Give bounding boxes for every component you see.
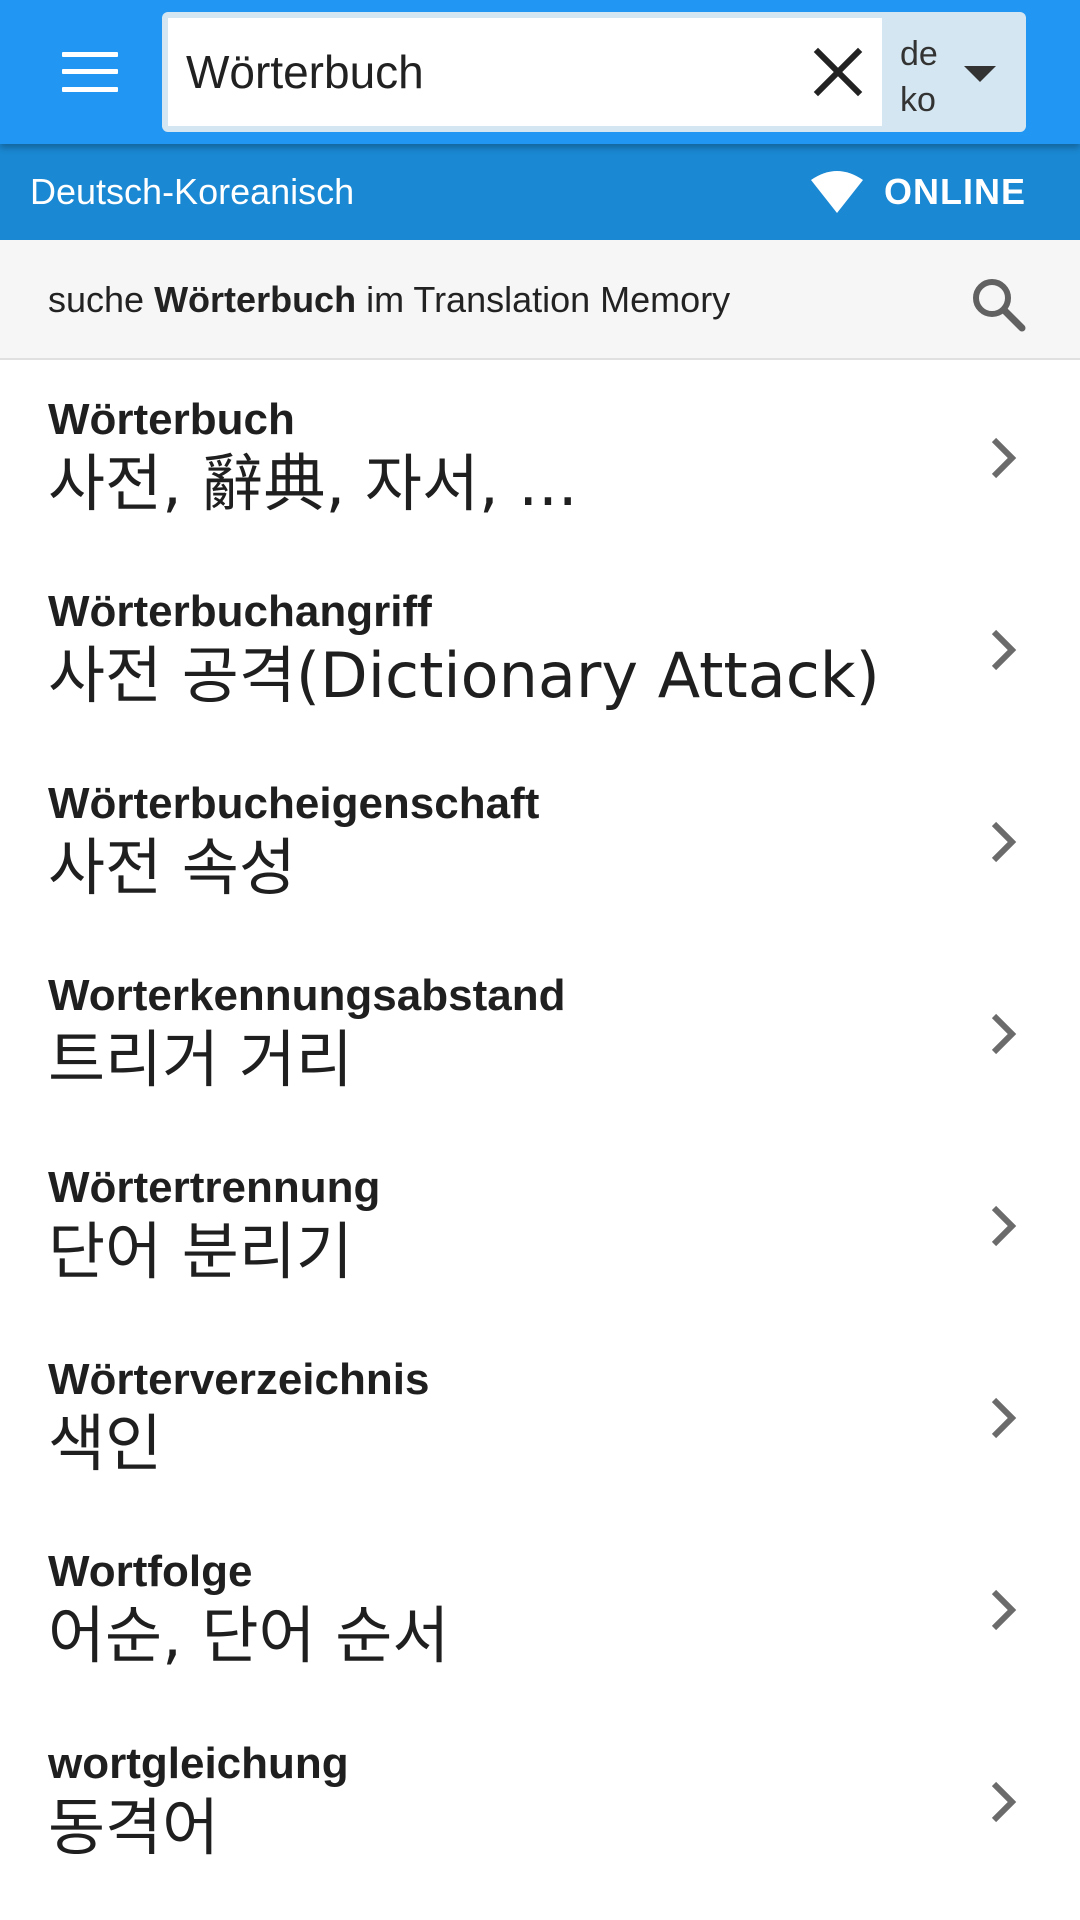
result-translation: 색인 (48, 1407, 163, 1480)
result-term: wortgleichung (48, 1739, 349, 1788)
connection-status: ONLINE (810, 168, 1026, 216)
tm-prefix: suche (48, 279, 155, 320)
wifi-icon (810, 171, 863, 213)
result-item[interactable]: Wörtertrennung 단어 분리기 (0, 1130, 1080, 1322)
result-term: Wörterbucheigenschaft (48, 779, 540, 828)
result-item[interactable]: Wörterbuch 사전, 辭典, 자서, ... (0, 362, 1080, 554)
result-translation: 단어 분리기 (48, 1215, 353, 1288)
result-translation: 사전 속성 (48, 831, 296, 904)
dictionary-name: Deutsch-Koreanisch (30, 171, 355, 212)
hamburger-icon (62, 52, 118, 92)
search-input[interactable] (186, 36, 776, 108)
chevron-right-icon (991, 1205, 1017, 1247)
search-box: de ko (162, 12, 1026, 132)
result-item[interactable]: wortgleichung 동격어 (0, 1706, 1080, 1898)
result-item[interactable]: Wörterbuchangriff 사전 공격(Dictionary Attack… (0, 554, 1080, 746)
result-term: Wortfolge (48, 1547, 253, 1596)
translation-memory-search[interactable]: suche Wörterbuch im Translation Memory (0, 240, 1080, 360)
chevron-right-icon (991, 1397, 1017, 1439)
chevron-right-icon (991, 1013, 1017, 1055)
results-list: Wörterbuch 사전, 辭典, 자서, ... Wörterbuchangri… (0, 362, 1080, 1920)
close-icon (813, 47, 863, 97)
result-translation: 동격어 (48, 1791, 220, 1864)
result-item[interactable]: Wörterverzeichnis 색인 (0, 1322, 1080, 1514)
app-bar: de ko (0, 0, 1080, 144)
dictionary-bar: Deutsch-Koreanisch ONLINE (0, 144, 1080, 240)
language-pair-selector[interactable]: de ko (882, 12, 1026, 132)
clear-search-button[interactable] (806, 40, 870, 104)
chevron-right-icon (991, 437, 1017, 479)
source-language: de (900, 35, 938, 73)
tm-suffix: im Translation Memory (356, 279, 731, 320)
result-item[interactable]: Wortfolge 어순, 단어 순서 (0, 1514, 1080, 1706)
tm-search-text: suche Wörterbuch im Translation Memory (48, 278, 730, 322)
chevron-right-icon (991, 629, 1017, 671)
status-text: ONLINE (883, 171, 1026, 212)
result-term: Wörterverzeichnis (48, 1355, 430, 1404)
result-item[interactable]: Worterkennungsabstand 트리거 거리 (0, 938, 1080, 1130)
chevron-right-icon (991, 1589, 1017, 1631)
result-term: Worterkennungsabstand (48, 971, 566, 1020)
result-translation: 트리거 거리 (48, 1023, 353, 1096)
chevron-right-icon (991, 821, 1017, 863)
result-translation: 사전, 辭典, 자서, ... (48, 447, 578, 520)
result-term: Wörterbuchangriff (48, 587, 432, 636)
search-input-container (168, 18, 882, 126)
result-translation: 어순, 단어 순서 (48, 1599, 450, 1672)
search-icon (973, 279, 1026, 332)
target-language: ko (900, 81, 936, 119)
chevron-right-icon (991, 1781, 1017, 1823)
dropdown-arrow-icon (964, 66, 996, 82)
result-translation: 사전 공격(Dictionary Attack) (48, 639, 880, 712)
menu-button[interactable] (40, 32, 140, 112)
result-item[interactable]: Wörterbucheigenschaft 사전 속성 (0, 746, 1080, 938)
tm-term: Wörterbuch (154, 279, 357, 320)
result-term: Wörterbuch (48, 395, 295, 444)
result-term: Wörtertrennung (48, 1163, 381, 1212)
